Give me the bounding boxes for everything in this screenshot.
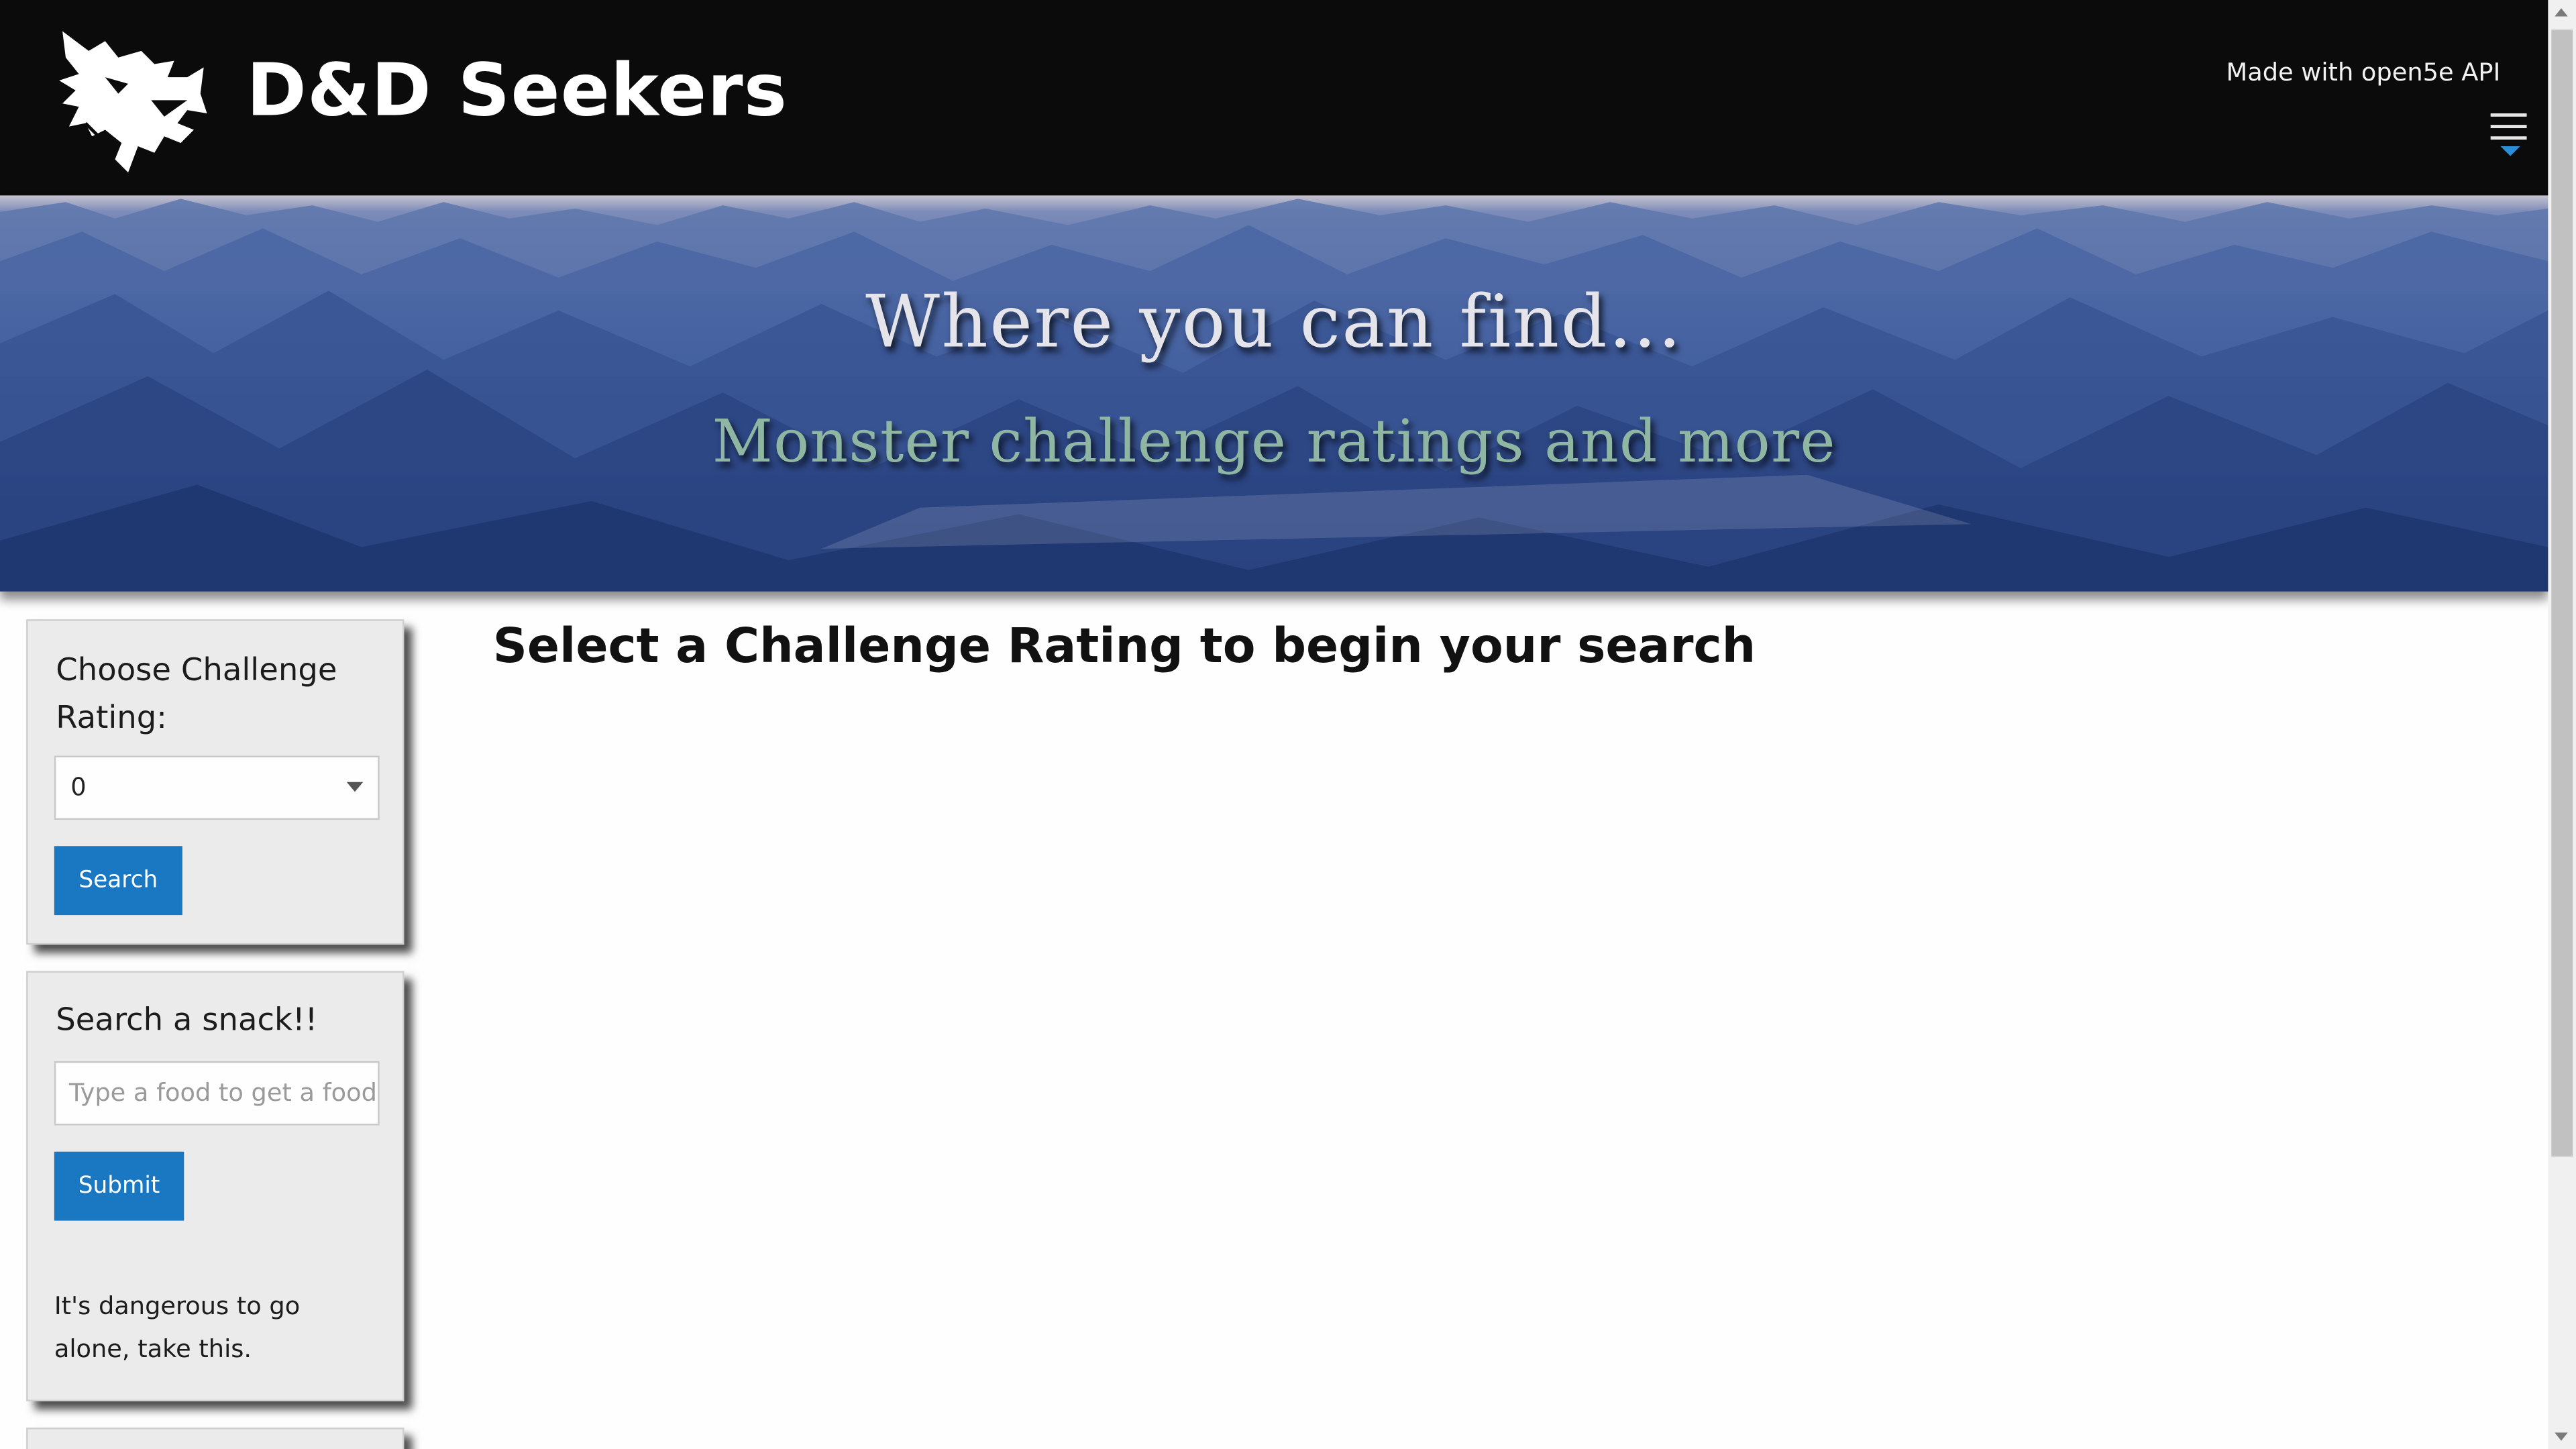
challenge-rating-select-value: 0 bbox=[70, 772, 87, 802]
api-credit: Made with open5e API bbox=[2226, 57, 2501, 87]
submit-button[interactable]: Submit bbox=[54, 1151, 184, 1221]
page-scrollbar[interactable] bbox=[2548, 0, 2576, 1449]
chevron-down-icon bbox=[346, 782, 364, 792]
hero-subtitle: Monster challenge ratings and more bbox=[712, 409, 1836, 477]
dragon-head-logo-icon[interactable] bbox=[56, 28, 207, 176]
hero-banner: Where you can find... Monster challenge … bbox=[0, 195, 2548, 592]
mountain-landscape-image bbox=[0, 199, 2548, 592]
tip-text: It's dangerous to go alone, take this. bbox=[54, 1291, 301, 1364]
challenge-rating-label: Choose Challenge Rating: bbox=[56, 652, 337, 737]
page: D&D Seekers Made with open5e API Where y… bbox=[0, 0, 2576, 1449]
snack-search-label: Search a snack!! bbox=[56, 1002, 318, 1038]
challenge-rating-select[interactable]: 0 bbox=[54, 755, 380, 820]
search-button[interactable]: Search bbox=[54, 846, 182, 916]
scroll-down-arrow-icon[interactable] bbox=[2555, 1432, 2568, 1441]
scroll-up-arrow-icon[interactable] bbox=[2555, 8, 2568, 17]
hamburger-menu-icon[interactable] bbox=[2490, 113, 2530, 162]
menu-bar-line bbox=[2490, 125, 2527, 129]
menu-bar-line bbox=[2490, 136, 2527, 140]
menu-bar-line bbox=[2490, 113, 2527, 117]
hero-title: Where you can find... bbox=[865, 280, 1683, 365]
top-navbar: D&D Seekers Made with open5e API bbox=[0, 0, 2548, 196]
site-title[interactable]: D&D Seekers bbox=[246, 49, 788, 133]
food-search-input[interactable]: Type a food to get a food bbox=[54, 1061, 380, 1126]
challenge-rating-card: Choose Challenge Rating: 0 Search bbox=[26, 619, 405, 945]
next-card bbox=[26, 1428, 405, 1449]
dropdown-caret-icon bbox=[2500, 146, 2520, 156]
scrollbar-thumb[interactable] bbox=[2551, 30, 2573, 1157]
snack-search-card: Search a snack!! Type a food to get a fo… bbox=[26, 971, 405, 1401]
main-heading: Select a Challenge Rating to begin your … bbox=[492, 617, 1756, 674]
